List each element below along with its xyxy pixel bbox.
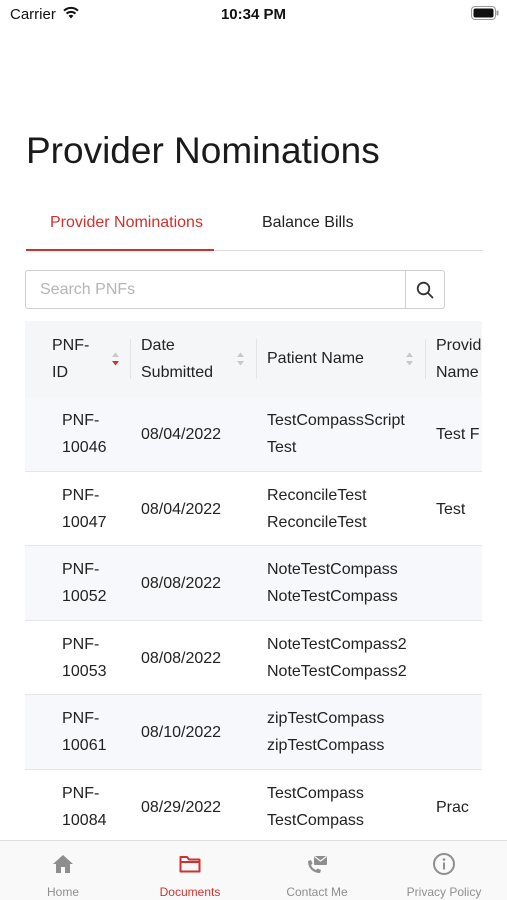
table-row[interactable]: PNF- 10061 08/10/2022 zipTestCompass zipTe… xyxy=(25,695,482,770)
bottom-tab-bar: Home Documents Contact Me Privacy Policy xyxy=(0,840,507,900)
cell-date: 08/29/2022 xyxy=(141,799,222,816)
cell-pnf-id: PNF- 10061 xyxy=(62,710,107,755)
table-row[interactable]: PNF- 10046 08/04/2022 TestCompassScript Te… xyxy=(25,397,482,472)
tabbar-label-privacy: Privacy Policy xyxy=(406,885,482,899)
header-patient-line1: Patient Name xyxy=(267,350,364,367)
header-divider xyxy=(130,339,131,379)
tabbar-item-privacy[interactable]: Privacy Policy xyxy=(381,841,507,900)
header-pnf-id-line1: PNF- xyxy=(52,337,90,354)
table-row[interactable]: PNF- 10052 08/08/2022 NoteTestCompass Note… xyxy=(25,546,482,621)
tabbar-label-home: Home xyxy=(46,885,79,899)
cell-pnf-id: PNF- 10047 xyxy=(62,486,107,531)
info-icon xyxy=(433,853,455,875)
cell-provider: Test xyxy=(436,500,466,518)
status-time: 10:34 PM xyxy=(220,6,287,23)
header-pnf-id[interactable]: PNF- ID xyxy=(52,321,89,397)
cell-date: 08/04/2022 xyxy=(141,500,222,518)
tabbar-item-contact[interactable]: Contact Me xyxy=(254,841,380,900)
sort-icon[interactable] xyxy=(236,351,245,367)
cell-date: 08/04/2022 xyxy=(141,426,222,443)
cell-pnf-id: PNF- 10053 xyxy=(62,635,107,680)
cell-date: 08/08/2022 xyxy=(141,649,222,667)
status-bar: Carrier 10:34 PM xyxy=(0,0,507,30)
cell-pnf-id: PNF- 10084 xyxy=(62,785,107,829)
header-provider-line2: Name xyxy=(436,364,479,381)
header-divider xyxy=(425,339,426,379)
sort-icon[interactable] xyxy=(405,351,414,367)
cell-patient: NoteTestCompass NoteTestCompass xyxy=(267,561,398,606)
cell-pnf-id: PNF- 10052 xyxy=(62,561,107,606)
cell-provider: Prac xyxy=(436,799,469,816)
home-icon xyxy=(53,855,73,873)
header-patient-name[interactable]: Patient Name xyxy=(267,321,364,397)
cell-date: 08/10/2022 xyxy=(141,724,222,742)
folder-icon xyxy=(179,856,201,873)
cell-patient: zipTestCompass zipTestCompass xyxy=(267,710,385,755)
phone-mail-icon xyxy=(308,856,327,873)
cell-date: 08/08/2022 xyxy=(141,575,222,593)
battery-icon xyxy=(471,6,499,20)
header-divider xyxy=(256,339,257,379)
table-row[interactable]: PNF- 10053 08/08/2022 NoteTestCompass2 Not… xyxy=(25,621,482,696)
cell-patient: TestCompassScript Test xyxy=(267,412,405,456)
table-row[interactable]: PNF- 10047 08/04/2022 ReconcileTest Reconc… xyxy=(25,472,482,547)
cell-patient: TestCompass TestCompass xyxy=(267,785,364,829)
pnf-table: PNF- ID Date Submitted Patient Name Prov… xyxy=(25,321,482,841)
cell-provider: Test F xyxy=(436,426,480,443)
tabbar-label-contact: Contact Me xyxy=(286,885,348,899)
header-provider-name[interactable]: Provid Name xyxy=(436,321,481,397)
header-pnf-id-line2: ID xyxy=(52,364,68,381)
tabbar-label-documents: Documents xyxy=(159,885,221,899)
tab-bar-top: Provider Nominations Balance Bills xyxy=(26,200,483,251)
cell-patient: NoteTestCompass2 NoteTestCompass2 xyxy=(267,635,407,680)
header-date-line2: Submitted xyxy=(141,364,214,381)
table-row[interactable]: PNF- 10084 08/29/2022 TestCompass TestComp… xyxy=(25,770,482,841)
tab-balance-bills[interactable]: Balance Bills xyxy=(262,200,354,251)
cell-pnf-id: PNF- 10046 xyxy=(62,412,107,456)
tabbar-item-home[interactable]: Home xyxy=(0,841,126,900)
header-date-line1: Date xyxy=(141,337,175,354)
header-date-submitted[interactable]: Date Submitted xyxy=(141,321,213,397)
sort-descending-icon[interactable] xyxy=(111,351,120,367)
page-title: Provider Nominations xyxy=(26,130,380,171)
cell-patient: ReconcileTest ReconcileTest xyxy=(267,486,367,531)
search-box xyxy=(25,270,445,309)
tabbar-item-documents[interactable]: Documents xyxy=(127,841,253,900)
search-input[interactable] xyxy=(26,271,405,308)
search-icon xyxy=(416,281,434,298)
tab-provider-nominations[interactable]: Provider Nominations xyxy=(26,200,214,251)
table-header: PNF- ID Date Submitted Patient Name Prov… xyxy=(25,321,482,397)
search-button[interactable] xyxy=(405,271,444,308)
header-provider-line1: Provid xyxy=(436,337,482,354)
